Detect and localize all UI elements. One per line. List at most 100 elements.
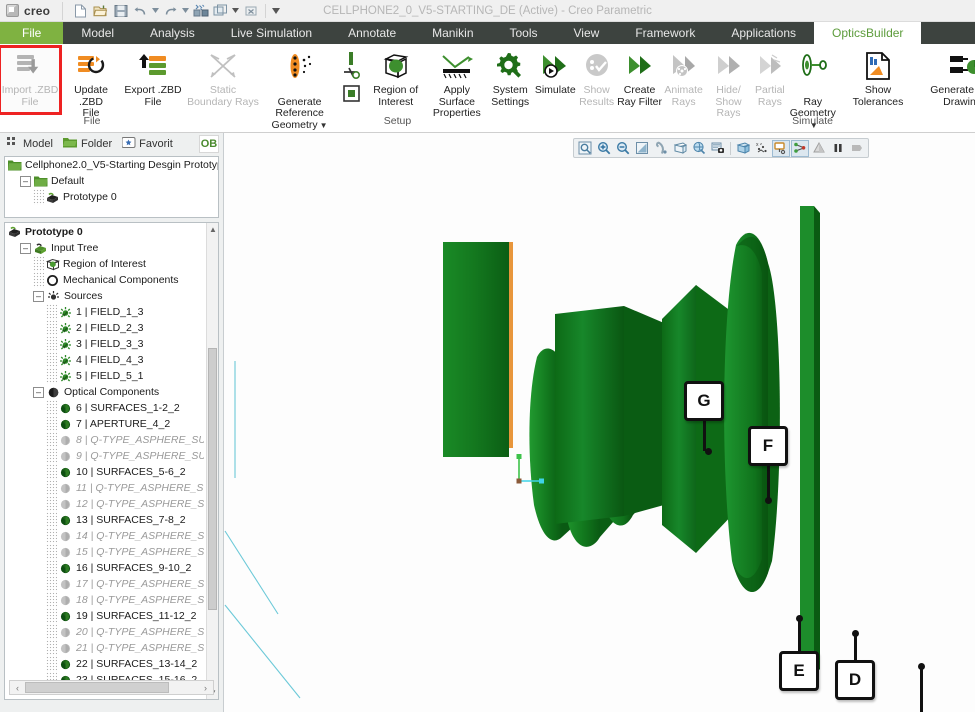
open-file-icon[interactable] [91,2,110,20]
viewport-toolbar[interactable]: xz [573,138,869,158]
callout-label-f[interactable]: F [748,426,788,466]
tree-tab-folder[interactable]: Folder [59,134,116,154]
model-tree-item[interactable]: 3 | FIELD_3_3 [5,336,204,352]
display-style-icon[interactable] [671,140,689,157]
window-icon[interactable] [211,2,230,20]
region-of-interest-button[interactable]: Region of Interest [365,47,426,113]
tab-file[interactable]: File [0,22,63,44]
model-tree-item[interactable]: –Input Tree [5,240,204,256]
view-manager-icon[interactable] [709,140,727,157]
model-tree-item[interactable]: 1 | FIELD_1_3 [5,304,204,320]
prototype-folder-tree[interactable]: Cellphone2.0_V5-Starting Desgin Prototyp… [4,156,219,218]
model-tree-item[interactable]: 6 | SURFACES_1-2_2 [5,400,204,416]
model-tree-item[interactable]: Prototype 0 [5,223,204,240]
model-tree-item[interactable]: 7 | APERTURE_4_2 [5,416,204,432]
callout-label-e[interactable]: E [779,651,819,691]
model-tree-item[interactable]: 15 | Q-TYPE_ASPHERE_SURFAC [5,544,204,560]
collapse-toggle-icon[interactable]: – [33,387,44,398]
model-tree-item[interactable]: 18 | Q-TYPE_ASPHERE_SURFAC [5,592,204,608]
model-tree-item[interactable]: Mechanical Components [5,272,204,288]
tab-model[interactable]: Model [63,22,132,44]
graphics-viewport[interactable]: xz GFEDCBA [224,133,975,712]
show-results-button[interactable]: Show Results [578,47,616,113]
refit-icon[interactable] [576,140,594,157]
show-tolerances-button[interactable]: Show Tolerances [839,47,917,113]
model-tree-item[interactable]: 21 | Q-TYPE_ASPHERE_SURFAC [5,640,204,656]
model-tree-item[interactable]: 19 | SURFACES_11-12_2 [5,608,204,624]
model-tree-item[interactable]: 13 | SURFACES_7-8_2 [5,512,204,528]
model-tree-item[interactable]: 20 | Q-TYPE_ASPHERE_SURFAC [5,624,204,640]
model-tree-item[interactable]: 2 | FIELD_2_3 [5,320,204,336]
tab-view[interactable]: View [556,22,618,44]
animate-rays-button[interactable]: Animate Rays [663,47,704,113]
zoom-out-icon[interactable] [614,140,632,157]
collapse-toggle-icon[interactable]: – [20,176,31,187]
stop-icon[interactable] [848,140,866,157]
pause-icon[interactable] [829,140,847,157]
static-boundary-rays-button[interactable]: Static Boundary Rays [184,47,262,113]
tree-tab-model[interactable]: Model [3,134,57,154]
model-tree-item[interactable]: 22 | SURFACES_13-14_2 [5,656,204,672]
model-tree-item[interactable]: 10 | SURFACES_5-6_2 [5,464,204,480]
redo-icon[interactable] [161,2,180,20]
hide-show-rays-button[interactable]: Hide/ Show Rays [704,47,753,120]
qat-overflow-icon[interactable] [271,2,280,20]
model-tree-item[interactable]: –Sources [5,288,204,304]
apply-surface-properties-button[interactable]: Apply Surface Properties [426,47,487,120]
repaint-icon[interactable] [633,140,651,157]
model-tree-item[interactable]: 4 | FIELD_4_3 [5,352,204,368]
folder-tree-item[interactable]: –Default [5,173,218,189]
simulate-button[interactable]: Simulate [533,47,578,113]
scroll-left-arrow-icon[interactable]: ‹ [10,683,25,693]
appearance-icon[interactable] [810,140,828,157]
model-tree-item[interactable]: 14 | Q-TYPE_ASPHERE_SURFAC [5,528,204,544]
saved-orientations-icon[interactable] [690,140,708,157]
new-file-icon[interactable] [71,2,90,20]
model-tree-list[interactable]: Prototype 0–Input TreeRegion of Interest… [4,222,219,700]
tab-live-simulation[interactable]: Live Simulation [213,22,330,44]
model-tree-hscrollbar[interactable]: ‹ › [9,680,214,695]
update-zbd-file-button[interactable]: Update .ZBD File [60,47,122,120]
system-settings-button[interactable]: System Settings [487,47,533,113]
tab-applications[interactable]: Applications [713,22,814,44]
model-tree-item[interactable]: 8 | Q-TYPE_ASPHERE_SURFACE [5,432,204,448]
collapse-toggle-icon[interactable]: – [33,291,44,302]
tab-opticsbuilder[interactable]: OpticsBuilder [814,22,921,44]
tab-analysis[interactable]: Analysis [132,22,213,44]
hscrollbar-thumb[interactable] [25,682,169,693]
undo-dropdown-icon[interactable] [151,2,160,20]
model-tree-item[interactable]: Region of Interest [5,256,204,272]
close-window-icon[interactable] [241,2,260,20]
callout-label-g[interactable]: G [684,381,724,421]
datum-display-icon[interactable] [734,140,752,157]
collapse-toggle-icon[interactable]: – [20,243,31,254]
redo-dropdown-icon[interactable] [181,2,190,20]
model-tree-item[interactable]: –Optical Components [5,384,204,400]
opticsbuilder-badge[interactable]: OB [199,135,219,153]
regenerate-icon[interactable] [191,2,210,20]
model-tree-item[interactable]: 17 | Q-TYPE_ASPHERE_SURFAC [5,576,204,592]
tab-framework[interactable]: Framework [617,22,713,44]
model-tree-item[interactable]: 9 | Q-TYPE_ASPHERE_SURFACE [5,448,204,464]
scrollbar-thumb[interactable] [208,348,217,610]
model-tree-scrollbar[interactable]: ▲ ▼ [206,223,218,699]
spin-center-toggle-icon[interactable] [791,140,809,157]
model-tree-item[interactable]: 11 | Q-TYPE_ASPHERE_SURFAC [5,480,204,496]
annotation-display-icon[interactable] [772,140,790,157]
model-tree-item[interactable]: 16 | SURFACES_9-10_2 [5,560,204,576]
datum-stack-button[interactable] [337,47,365,113]
undo-icon[interactable] [131,2,150,20]
model-tree-item[interactable]: 12 | Q-TYPE_ASPHERE_SURFAC [5,496,204,512]
window-dropdown-icon[interactable] [231,2,240,20]
folder-tree-item[interactable]: Prototype 0 [5,189,218,205]
tab-annotate[interactable]: Annotate [330,22,414,44]
export-zbd-file-button[interactable]: Export .ZBD File [122,47,184,113]
import-zbd-file-button[interactable]: Import .ZBD File [0,47,60,113]
tree-tab-favorites[interactable]: Favorit [118,134,177,154]
tab-manikin[interactable]: Manikin [414,22,491,44]
save-icon[interactable] [111,2,130,20]
spin-center-icon[interactable] [652,140,670,157]
zoom-in-icon[interactable] [595,140,613,157]
create-ray-filter-button[interactable]: Create Ray Filter [616,47,664,113]
callout-label-d[interactable]: D [835,660,875,700]
